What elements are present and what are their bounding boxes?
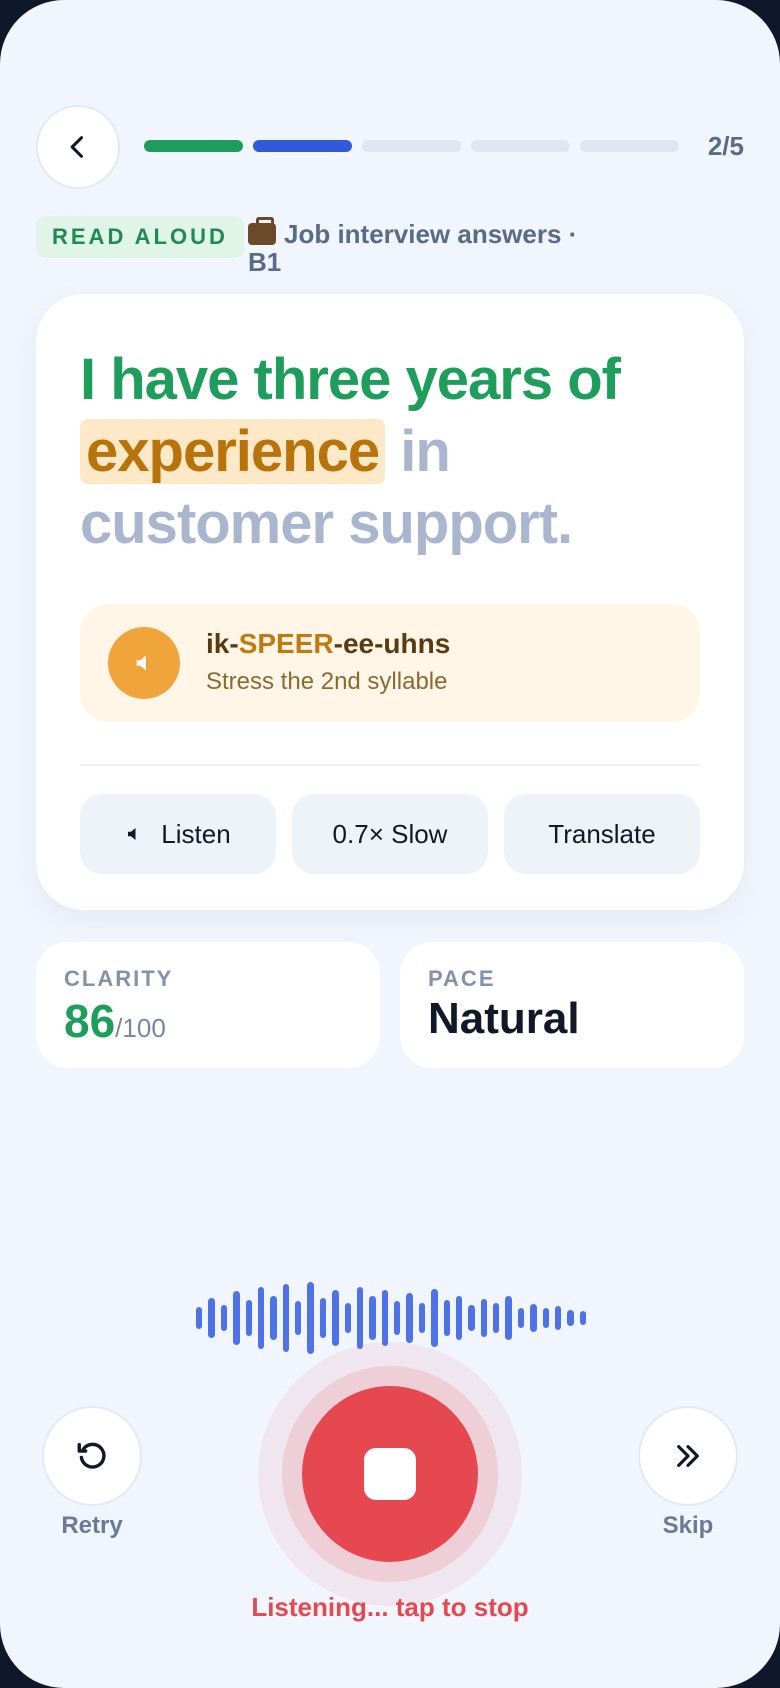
target-sentence: I have three years of experience in cust…: [80, 344, 710, 560]
slow-playback-button[interactable]: 0.7× Slow: [292, 794, 488, 874]
translate-button[interactable]: Translate: [504, 794, 700, 874]
waveform-bar: [443, 1300, 450, 1336]
waveform-bar: [369, 1296, 376, 1340]
clarity-stat: CLARITY 86/100: [36, 942, 380, 1068]
topic-text: Job interview answers · B1: [248, 219, 578, 277]
pace-value: Natural: [428, 994, 580, 1043]
step-counter: 2/5: [707, 131, 744, 161]
waveform-bar: [245, 1300, 252, 1336]
clarity-max: /100: [115, 1013, 166, 1043]
phonetic-post: -ee-uhns: [333, 628, 451, 659]
waveform-bar: [493, 1303, 500, 1333]
speaker-icon: [128, 828, 136, 840]
waveform-bar: [517, 1308, 525, 1328]
waveform-bar: [394, 1301, 401, 1335]
waveform-bar: [542, 1308, 549, 1328]
clarity-score: 86: [64, 995, 116, 1047]
pace-stat: PACE Natural: [400, 942, 744, 1068]
lesson-screen: 2/5 READ ALOUD Job interview answers · B…: [0, 0, 780, 1688]
waveform-bar: [282, 1284, 289, 1352]
waveform-bar: [270, 1296, 277, 1340]
recording-status: Listening... tap to stop: [251, 1592, 529, 1622]
divider: [80, 764, 700, 766]
exercise-type-badge: READ ALOUD: [36, 216, 244, 258]
progress-segment-2: [253, 140, 352, 152]
skip-label: Skip: [662, 1512, 714, 1539]
waveform-bar: [554, 1306, 562, 1330]
waveform-bar: [344, 1303, 351, 1333]
waveform-bar: [356, 1287, 364, 1349]
sentence-read-part: I have three years of: [80, 347, 621, 412]
chevron-left-icon: [70, 136, 84, 158]
progress-segment-4: [471, 140, 570, 152]
waveform-bar: [579, 1311, 586, 1325]
retry-label: Retry: [61, 1512, 123, 1539]
waveform-bar: [257, 1287, 265, 1349]
waveform-bar: [332, 1290, 339, 1346]
waveform-bar: [418, 1303, 426, 1333]
play-pronunciation-button[interactable]: [108, 627, 180, 699]
waveform-bar: [307, 1282, 314, 1354]
stop-icon: [364, 1448, 416, 1500]
progress-segment-1: [144, 140, 243, 152]
waveform-bar: [455, 1296, 463, 1340]
phonetic-spelling: ik-SPEER-ee-uhns: [206, 628, 450, 660]
sentence-card: I have three years of experience in cust…: [36, 294, 744, 910]
waveform-bar: [406, 1293, 413, 1343]
waveform-bar: [567, 1310, 574, 1326]
back-button[interactable]: [36, 105, 120, 189]
waveform-bar: [295, 1301, 302, 1335]
clarity-label: CLARITY: [64, 966, 174, 991]
waveform-bar: [468, 1305, 475, 1331]
progress-bar: [144, 140, 679, 152]
sentence-active-word[interactable]: experience: [80, 419, 386, 484]
waveform-bar: [220, 1305, 228, 1331]
skip-button[interactable]: [638, 1406, 738, 1506]
waveform-bar: [233, 1291, 240, 1345]
waveform-bar: [530, 1304, 537, 1332]
phonetic-stress: SPEER: [238, 628, 334, 659]
waveform-bar: [196, 1307, 203, 1329]
card-actions: Listen 0.7× Slow Translate: [80, 794, 700, 874]
waveform-bar: [431, 1289, 438, 1347]
waveform-bar: [381, 1290, 388, 1346]
retry-icon: [77, 1442, 106, 1469]
pronunciation-hint: ik-SPEER-ee-uhns Stress the 2nd syllable: [80, 604, 700, 722]
double-chevron-right-icon: [677, 1445, 699, 1467]
waveform-bar: [208, 1298, 215, 1338]
briefcase-icon: [248, 217, 276, 245]
speaker-icon: [136, 655, 146, 671]
clarity-value: 86/100: [64, 994, 166, 1048]
phonetic-pre: ik-: [206, 628, 239, 659]
waveform-bar: [505, 1296, 512, 1340]
progress-segment-5: [580, 140, 679, 152]
topic-label: Job interview answers · B1: [248, 217, 608, 277]
progress-segment-3: [362, 140, 461, 152]
stop-recording-button[interactable]: [302, 1386, 478, 1562]
listen-button[interactable]: Listen: [80, 794, 276, 874]
waveform-bar: [319, 1298, 327, 1338]
retry-button[interactable]: [42, 1406, 142, 1506]
stress-hint: Stress the 2nd syllable: [206, 668, 448, 695]
pace-label: PACE: [428, 966, 496, 991]
waveform-bar: [480, 1299, 487, 1337]
listen-label: Listen: [161, 818, 231, 849]
